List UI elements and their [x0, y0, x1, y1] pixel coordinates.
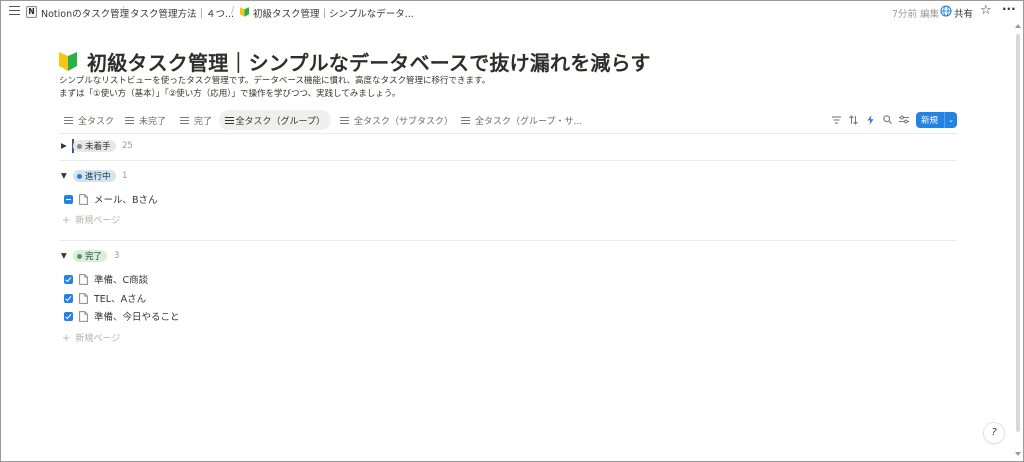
- new-button-label[interactable]: 新規: [916, 114, 944, 126]
- breadcrumb-workspace[interactable]: Notionのタスク管理: [41, 6, 129, 20]
- status-label: 進行中: [85, 172, 111, 182]
- list-view-icon: [125, 116, 134, 124]
- automation-icon[interactable]: [867, 115, 874, 125]
- add-page-label: 新規ページ: [75, 334, 121, 344]
- group-toggle-caret-icon[interactable]: ▼: [61, 171, 67, 180]
- group-count: 1: [122, 171, 128, 181]
- group-count: 25: [122, 141, 133, 151]
- group-status-pill-in-progress[interactable]: 進行中: [73, 170, 116, 182]
- list-item[interactable]: 準備、C商談: [64, 271, 148, 287]
- plus-icon: +: [62, 333, 71, 344]
- tab-label: 全タスク（グループ）: [235, 116, 325, 127]
- tab-all-tasks-subtasks[interactable]: 全タスク（サブタスク）: [334, 110, 459, 130]
- search-icon[interactable]: [883, 115, 892, 124]
- tab-all-tasks-grouped-sub[interactable]: 全タスク（グループ・サ...: [455, 110, 588, 130]
- group-toggle-caret-icon[interactable]: ▶: [61, 141, 67, 150]
- group-status-pill-not-started[interactable]: 未着手: [73, 140, 116, 152]
- task-title: TEL、Aさん: [94, 294, 147, 305]
- tab-label: 全タスク（サブタスク）: [354, 116, 454, 127]
- status-label: 未着手: [85, 142, 111, 152]
- status-dot-icon: [77, 143, 82, 149]
- tab-label: 全タスク: [78, 116, 115, 127]
- list-view-icon: [64, 116, 73, 124]
- scroll-up-arrow-icon[interactable]: [1015, 24, 1021, 28]
- checkbox-icon[interactable]: [64, 194, 73, 204]
- list-view-icon: [180, 116, 189, 124]
- tab-all-tasks[interactable]: 全タスク: [58, 110, 120, 130]
- tab-label: 未完了: [139, 116, 167, 127]
- tab-label: 完了: [194, 116, 213, 127]
- add-page-label: 新規ページ: [75, 216, 121, 226]
- group-count: 3: [114, 251, 120, 261]
- list-item[interactable]: TEL、Aさん: [64, 290, 146, 306]
- list-view-icon: [225, 116, 234, 124]
- beginner-leaf-icon: [59, 52, 77, 71]
- menu-icon[interactable]: [9, 6, 20, 16]
- task-title: 準備、C商談: [94, 275, 149, 286]
- task-title: メール、Bさん: [94, 195, 158, 206]
- checkbox-icon[interactable]: [64, 311, 73, 321]
- tab-label: 全タスク（グループ・サ...: [475, 116, 583, 127]
- tab-incomplete[interactable]: 未完了: [119, 110, 172, 130]
- breadcrumb-current[interactable]: 初級タスク管理｜シンプルなデータ...: [253, 6, 414, 20]
- tab-done[interactable]: 完了: [174, 110, 218, 130]
- last-edited-label: 7分前 編集: [892, 9, 940, 20]
- page-description-line: まずは「①使い方（基本）」「②使い方（応用）」で操作を学びつつ、実践してみましょ…: [59, 89, 401, 99]
- group-status-pill-done[interactable]: 完了: [73, 250, 108, 262]
- list-item[interactable]: 準備、今日やること: [64, 308, 180, 324]
- list-view-icon: [461, 116, 470, 124]
- page-icon: [79, 292, 88, 304]
- breadcrumb-parent[interactable]: タスク管理方法｜４つ...: [130, 6, 234, 20]
- breadcrumb-separator: /: [121, 5, 125, 16]
- settings-icon[interactable]: [899, 115, 909, 124]
- page-icon: [79, 193, 88, 205]
- status-dot-icon: [77, 173, 82, 179]
- group-toggle-caret-icon[interactable]: ▼: [61, 251, 67, 260]
- list-item[interactable]: メール、Bさん: [64, 191, 158, 207]
- page-description-line: シンプルなリストビューを使ったタスク管理です。データベース機能に慣れ、高度なタス…: [59, 76, 491, 86]
- page-icon: [79, 273, 88, 285]
- group-divider: [59, 160, 957, 161]
- page-icon: [79, 310, 88, 322]
- status-label: 完了: [85, 252, 103, 262]
- breadcrumb-separator: /: [231, 5, 235, 16]
- share-button[interactable]: 共有: [954, 6, 973, 20]
- toolbar-divider: [59, 133, 957, 134]
- scrollbar-thumb[interactable]: [1016, 34, 1020, 432]
- plus-icon: +: [62, 215, 71, 226]
- add-new-page-button[interactable]: + 新規ページ: [62, 331, 120, 344]
- task-title: 準備、今日やること: [94, 312, 180, 323]
- new-button[interactable]: 新規 ⌄: [916, 112, 957, 128]
- help-button[interactable]: ?: [984, 423, 1004, 443]
- chevron-down-icon[interactable]: ⌄: [945, 116, 957, 124]
- page-title[interactable]: 初級タスク管理｜シンプルなデータベースで抜け漏れを減らす: [87, 47, 651, 76]
- filter-icon[interactable]: [832, 116, 841, 124]
- checkbox-icon[interactable]: [64, 293, 73, 303]
- list-view-icon: [340, 116, 349, 124]
- beginner-leaf-icon: [240, 7, 249, 17]
- more-icon[interactable]: ···: [1002, 2, 1016, 16]
- notion-logo-icon: N: [26, 6, 37, 18]
- status-dot-icon: [77, 253, 82, 259]
- sort-icon[interactable]: [849, 115, 858, 125]
- globe-icon: [940, 5, 952, 17]
- tab-all-tasks-grouped[interactable]: 全タスク（グループ）: [219, 110, 331, 130]
- add-new-page-button[interactable]: + 新規ページ: [62, 213, 120, 226]
- top-bar: N Notionのタスク管理 / タスク管理方法｜４つ... / 初級タスク管理…: [0, 0, 1024, 24]
- group-divider: [59, 240, 957, 241]
- star-icon[interactable]: ☆: [980, 3, 992, 18]
- checkbox-icon[interactable]: [64, 274, 73, 284]
- scroll-down-arrow-icon[interactable]: [1015, 452, 1021, 456]
